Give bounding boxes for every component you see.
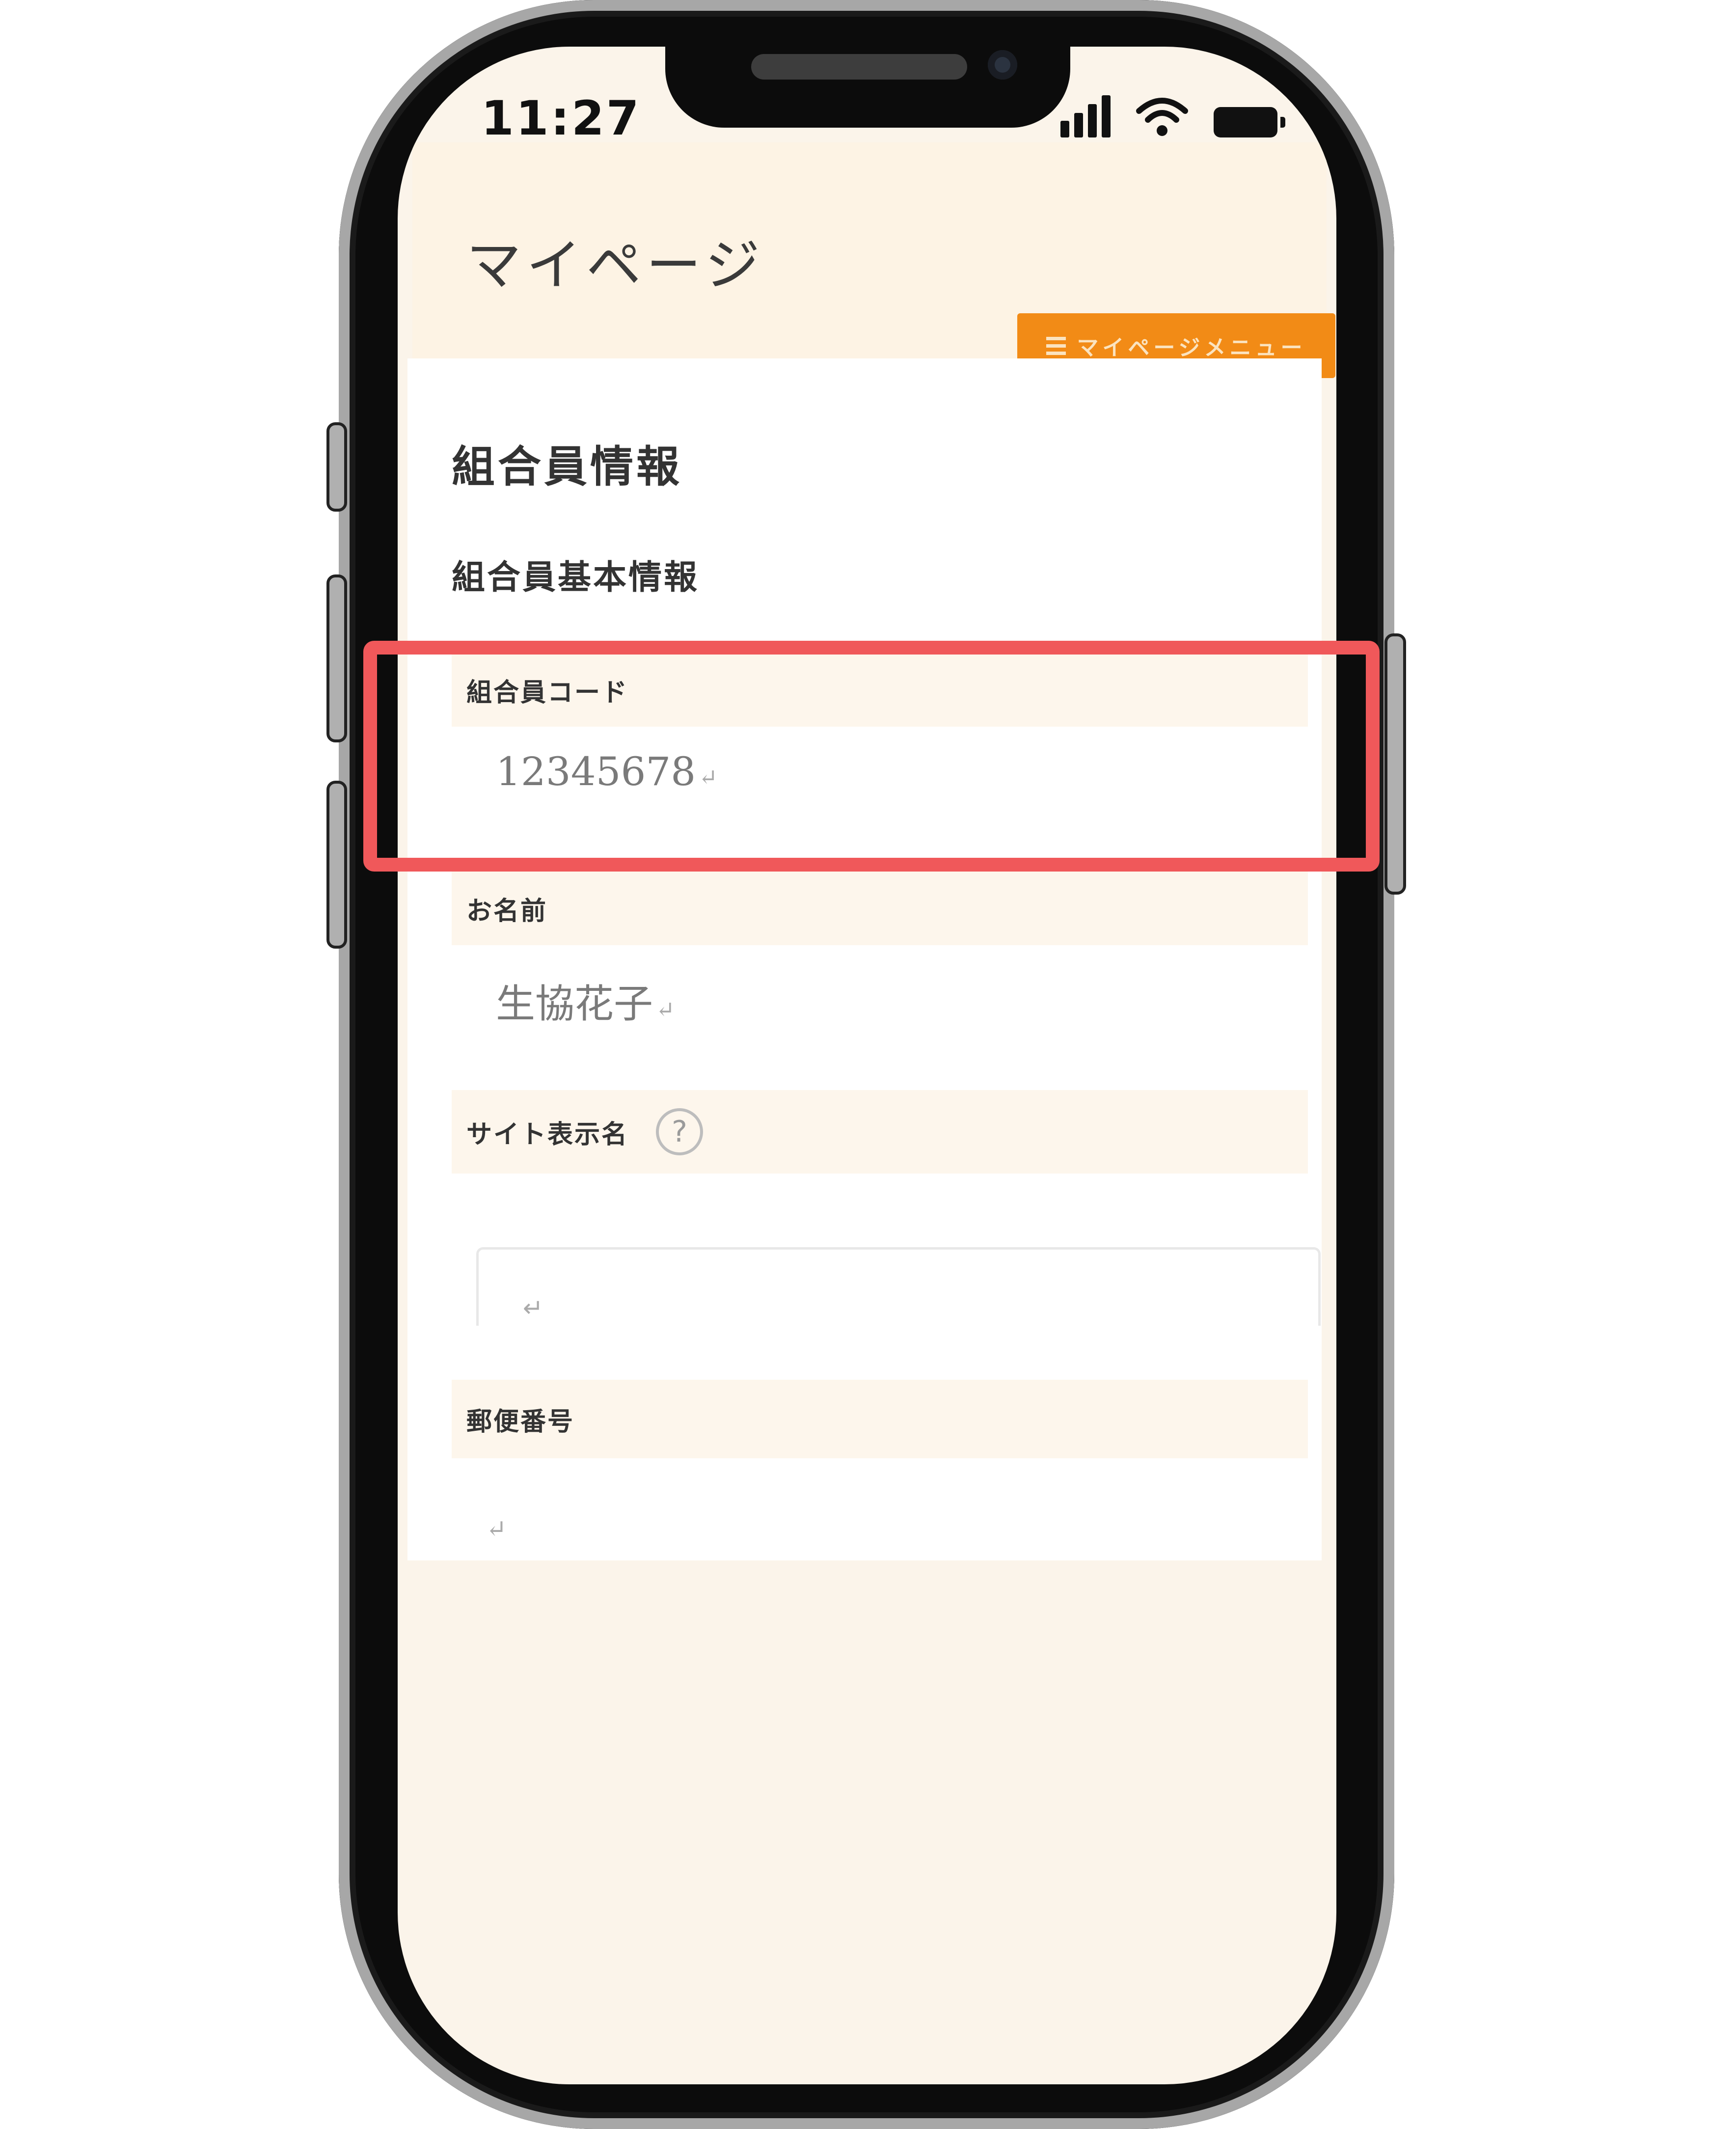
page-title: マイページ <box>466 234 765 298</box>
display-name-input[interactable]: ↵ <box>476 1247 1321 1326</box>
name-label: お名前 <box>466 896 548 926</box>
battery-icon <box>1214 107 1285 137</box>
signal-icon <box>1060 93 1111 137</box>
highlight-annotation-box <box>363 641 1380 872</box>
postal-code-label: 郵便番号 <box>466 1407 575 1437</box>
display-name-label-row: サイト表示名 ? <box>452 1090 1308 1174</box>
header-area: マイページ マイページメニュー <box>412 142 1335 378</box>
silent-switch <box>326 422 347 512</box>
wifi-icon <box>1136 98 1188 136</box>
menu-button-label: マイページメニュー <box>1077 335 1306 360</box>
name-value: 生協花子 ↵ <box>496 972 675 1029</box>
status-icons <box>1060 93 1285 137</box>
phone-screen: 11:27 マイページ マイページメニュー 組合員情報 組合員基本情報 組合員コ… <box>398 47 1336 2084</box>
return-icon: ↵ <box>486 1515 507 1543</box>
status-time: 11:27 <box>481 91 641 146</box>
postal-code-label-row: 郵便番号 <box>452 1380 1308 1458</box>
section-title: 組合員情報 <box>452 441 683 492</box>
hamburger-icon <box>1046 336 1066 355</box>
front-camera <box>988 50 1017 80</box>
return-icon: ↵ <box>656 996 675 1023</box>
question-circle-icon[interactable]: ? <box>656 1108 704 1155</box>
return-icon: ↵ <box>523 1294 543 1322</box>
postal-code-value: ↵ <box>486 1515 507 1543</box>
subsection-title: 組合員基本情報 <box>452 558 700 597</box>
speaker-grille <box>751 54 967 80</box>
volume-up-button <box>326 574 347 742</box>
name-text: 生協花子 <box>496 981 653 1027</box>
name-label-row: お名前 <box>452 872 1308 945</box>
power-button <box>1384 633 1406 895</box>
member-info-panel: 組合員情報 組合員基本情報 組合員コード 12345678 ↵ お名前 生協花子 ↵… <box>407 358 1322 1560</box>
display-name-label: サイト表示名 <box>466 1119 629 1149</box>
volume-down-button <box>326 781 347 949</box>
